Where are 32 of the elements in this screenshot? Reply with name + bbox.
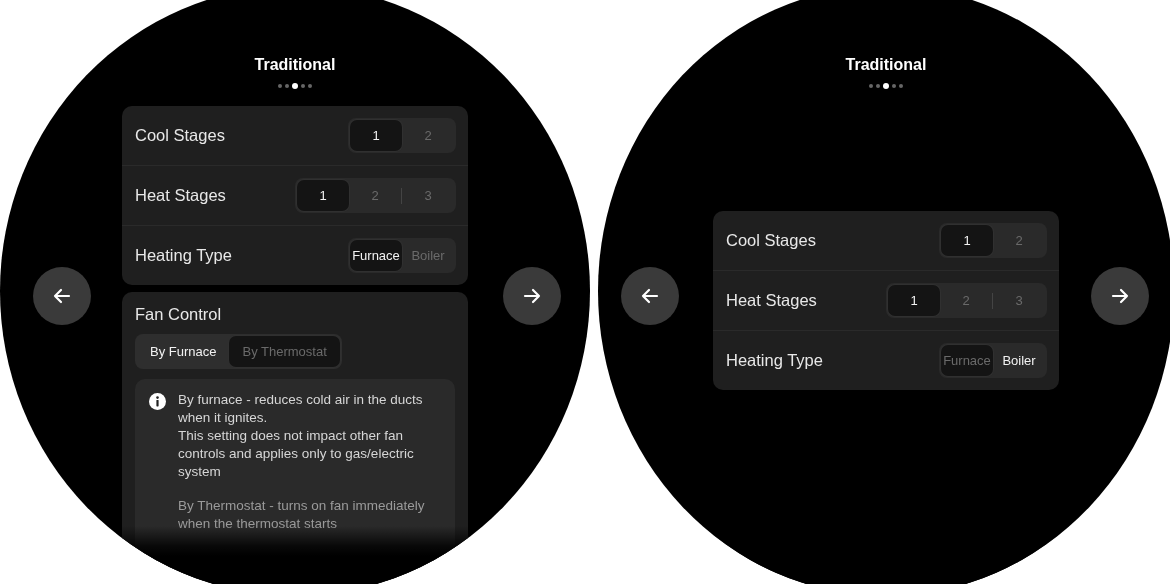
segment-option[interactable]: 1 xyxy=(297,180,349,211)
setting-label: Heating Type xyxy=(726,351,823,370)
segment-option[interactable]: 1 xyxy=(350,120,402,151)
screen-title: Traditional xyxy=(845,56,927,74)
setting-label: Heat Stages xyxy=(726,291,817,310)
setting-label: Cool Stages xyxy=(135,126,225,145)
setting-label: Heat Stages xyxy=(135,186,226,205)
segment-option[interactable]: 2 xyxy=(402,120,454,151)
segment-option[interactable]: By Thermostat xyxy=(229,336,340,367)
segment-option[interactable]: 2 xyxy=(940,285,992,316)
segment-option[interactable]: By Furnace xyxy=(137,336,230,367)
segment-option[interactable]: Furnace xyxy=(941,345,993,376)
arrow-left-icon xyxy=(52,286,72,306)
arrow-right-icon xyxy=(1110,286,1130,306)
arrow-right-icon xyxy=(522,286,542,306)
segment-option[interactable]: Boiler xyxy=(993,345,1045,376)
segment-option[interactable]: 3 xyxy=(402,180,454,211)
segment-option[interactable]: 3 xyxy=(993,285,1045,316)
setting-label: Heating Type xyxy=(135,246,232,265)
section-title: Fan Control xyxy=(135,305,223,324)
info-text: By Thermostat - turns on fan immediately when the thermostat starts xyxy=(178,497,426,533)
segment-option[interactable]: Furnace xyxy=(350,240,402,271)
segment-option[interactable]: 1 xyxy=(888,285,940,316)
segment-option[interactable]: 1 xyxy=(941,225,993,256)
screen-title: Traditional xyxy=(254,56,336,74)
setting-label: Cool Stages xyxy=(726,231,816,250)
segment-option[interactable]: 2 xyxy=(349,180,401,211)
arrow-left-icon xyxy=(640,286,660,306)
info-text: By furnace - reduces cold air in the ducts when it ignites. This setting does not impact other fan controls and applies only to gas/electric system xyxy=(178,391,424,481)
segment-option[interactable]: 2 xyxy=(993,225,1045,256)
info-icon xyxy=(149,393,166,410)
segment-option[interactable]: Boiler xyxy=(402,240,454,271)
